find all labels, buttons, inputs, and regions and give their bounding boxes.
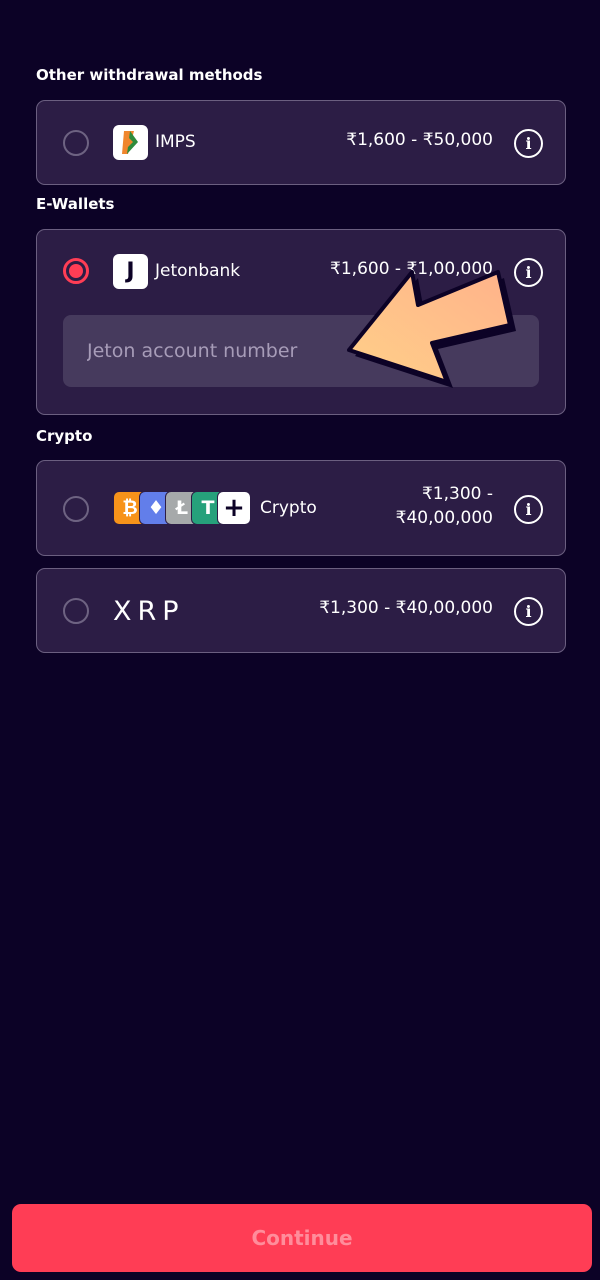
- annotation-arrow-icon: [347, 270, 516, 388]
- continue-button[interactable]: Continue: [12, 1204, 592, 1272]
